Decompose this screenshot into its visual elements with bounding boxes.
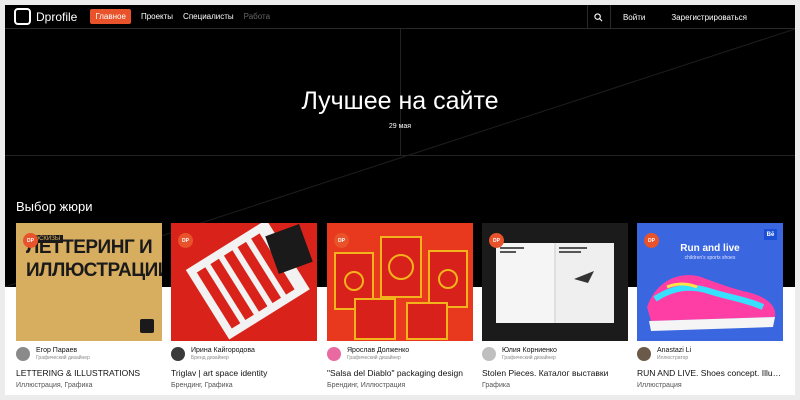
author-name[interactable]: Ярослав Долженко xyxy=(347,347,409,354)
dp-badge: DP xyxy=(489,233,504,248)
avatar[interactable] xyxy=(482,347,496,361)
project-card[interactable]: ЛЕТТЕРИНГ И ИЛЛЮСТРАЦИИ • ЭСКИЗЫ DP Егор… xyxy=(16,223,162,389)
logo-icon xyxy=(14,8,31,25)
card-author: Ирина Кайгородова Бренд дизайнер xyxy=(171,347,317,361)
card-tags: Брендинг, Графика xyxy=(171,382,233,389)
author-role: Графический дизайнер xyxy=(36,355,90,361)
card-title[interactable]: RUN AND LIVE. Shoes concept. Illustratio… xyxy=(637,368,783,378)
thumbnail-mark-icon xyxy=(140,319,154,333)
card-author: Юлия Корниенко Графический дизайнер xyxy=(482,347,628,361)
project-card[interactable]: DP Юлия Корниенко Графический дизайнер S… xyxy=(482,223,628,389)
avatar[interactable] xyxy=(171,347,185,361)
nav-item-projects[interactable]: Проекты xyxy=(141,12,173,21)
dp-badge: DP xyxy=(334,233,349,248)
card-tags: Графика xyxy=(482,382,510,389)
author-role: Графический дизайнер xyxy=(347,355,401,361)
hero-date: 29 мая xyxy=(388,123,412,130)
search-icon xyxy=(594,12,603,21)
nav-item-jobs[interactable]: Работа xyxy=(244,12,270,21)
top-nav: Dprofile Главное Проекты Специалисты Раб… xyxy=(5,5,795,29)
logo[interactable]: Dprofile xyxy=(14,8,77,25)
logo-text: Dprofile xyxy=(36,9,78,24)
dp-badge: DP xyxy=(178,233,193,248)
card-author: Anastazi Li Иллюстратор xyxy=(637,347,783,361)
card-author: Ярослав Долженко Графический дизайнер xyxy=(327,347,473,361)
nav-right: Войти Зарегистрироваться xyxy=(586,5,795,29)
dp-badge: DP xyxy=(23,233,38,248)
author-role: Иллюстратор xyxy=(657,355,689,361)
avatar[interactable] xyxy=(327,347,341,361)
author-name[interactable]: Егор Параев xyxy=(36,347,90,354)
dp-badge: DP xyxy=(644,233,659,248)
card-title[interactable]: Triglav | art space identity xyxy=(171,368,317,378)
author-name[interactable]: Юлия Корниенко xyxy=(502,347,557,354)
card-author: Егор Параев Графический дизайнер xyxy=(16,347,162,361)
thumbnail-lettering: ЛЕТТЕРИНГ И ИЛЛЮСТРАЦИИ xyxy=(26,237,162,281)
card-tags: Брендинг, Иллюстрация xyxy=(327,382,406,389)
card-thumbnail[interactable]: DP xyxy=(327,223,473,341)
card-thumbnail[interactable]: DP xyxy=(171,223,317,341)
author-name[interactable]: Anastazi Li xyxy=(657,347,691,354)
avatar[interactable] xyxy=(637,347,651,361)
card-title[interactable]: "Salsa del Diablo" packaging design xyxy=(327,368,473,378)
project-card[interactable]: DP Ирина Кайгородова Бренд дизайнер Trig… xyxy=(171,223,317,389)
card-title[interactable]: LETTERING & ILLUSTRATIONS xyxy=(16,368,162,378)
hero-title: Лучшее на сайте xyxy=(301,87,499,115)
section-title: Выбор жюри xyxy=(16,199,93,214)
page: Dprofile Главное Проекты Специалисты Раб… xyxy=(5,5,795,395)
login-link[interactable]: Войти xyxy=(623,13,645,22)
card-thumbnail[interactable]: Run and live children's sports shoes Bē … xyxy=(637,223,783,341)
project-card[interactable]: Run and live children's sports shoes Bē … xyxy=(637,223,783,389)
search-button[interactable] xyxy=(586,5,611,29)
card-tags: Иллюстрация xyxy=(637,382,682,389)
card-thumbnail[interactable]: DP xyxy=(482,223,628,341)
register-link[interactable]: Зарегистрироваться xyxy=(671,13,747,22)
nav-item-main[interactable]: Главное xyxy=(90,9,131,24)
author-role: Графический дизайнер xyxy=(502,355,556,361)
card-tags: Иллюстрация, Графика xyxy=(16,382,93,389)
author-name[interactable]: Ирина Кайгородова xyxy=(191,347,255,354)
avatar[interactable] xyxy=(16,347,30,361)
author-role: Бренд дизайнер xyxy=(191,355,229,361)
project-card[interactable]: DP Ярослав Долженко Графический дизайнер… xyxy=(327,223,473,389)
card-title[interactable]: Stolen Pieces. Каталог выставки xyxy=(482,368,628,378)
nav-item-specialists[interactable]: Специалисты xyxy=(183,12,234,21)
card-thumbnail[interactable]: ЛЕТТЕРИНГ И ИЛЛЮСТРАЦИИ • ЭСКИЗЫ DP xyxy=(16,223,162,341)
